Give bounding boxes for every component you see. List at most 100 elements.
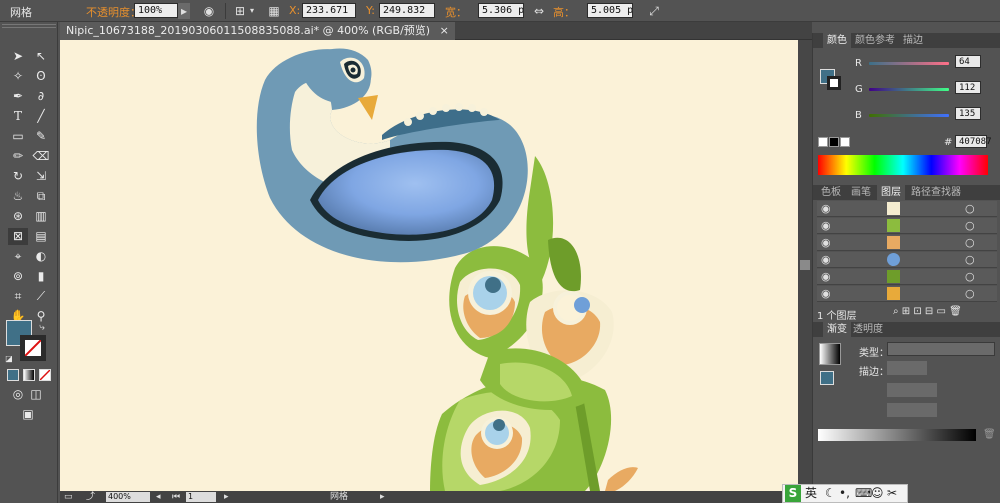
gradient-aspect-field[interactable] bbox=[887, 403, 937, 417]
skin-icon[interactable]: ☺ bbox=[871, 485, 884, 502]
tab-swatches[interactable]: 色板 bbox=[817, 185, 845, 200]
gradient-mode-icon[interactable] bbox=[23, 369, 35, 381]
tab-stroke[interactable]: 描边 bbox=[899, 33, 927, 48]
eraser-icon[interactable]: ⌫ bbox=[31, 148, 51, 165]
paintbrush-icon[interactable]: ✎ bbox=[31, 128, 51, 145]
artboard-canvas[interactable] bbox=[60, 40, 798, 491]
target-icon[interactable]: ○ bbox=[965, 236, 975, 249]
blend-tool-icon[interactable]: ◐ bbox=[31, 248, 51, 265]
opacity-dropdown-icon[interactable]: ▸ bbox=[178, 3, 190, 19]
layer-row[interactable]: ◉ ○ bbox=[817, 286, 997, 302]
align-dropdown-icon[interactable]: ▾ bbox=[248, 3, 256, 19]
tab-color[interactable]: 颜色 bbox=[823, 33, 851, 48]
white-color-icon[interactable] bbox=[840, 137, 850, 147]
graph-tool-icon[interactable]: ▥ bbox=[31, 208, 51, 225]
transform-icon[interactable]: ⤢ bbox=[646, 3, 662, 19]
gradient-tool-icon[interactable]: ▤ bbox=[31, 228, 51, 245]
tools-icon[interactable]: ✂ bbox=[887, 485, 897, 502]
layer-row[interactable]: ◉ ○ bbox=[817, 235, 997, 251]
target-icon[interactable]: ○ bbox=[965, 219, 975, 232]
artboard-nav-icon[interactable]: ▭ bbox=[64, 491, 73, 503]
zoom-field[interactable]: 400% bbox=[106, 492, 150, 502]
width-input[interactable]: 5.306 px bbox=[478, 3, 524, 18]
visibility-icon[interactable]: ◉ bbox=[821, 270, 831, 283]
recolor-icon[interactable]: ◉ bbox=[201, 3, 217, 19]
b-slider[interactable] bbox=[869, 114, 949, 117]
draw-inside-icon[interactable]: ◫ bbox=[26, 386, 46, 403]
selection-tool-icon[interactable]: ➤ bbox=[8, 48, 28, 65]
punctuation-icon[interactable]: •, bbox=[839, 485, 850, 502]
mesh-tool-icon[interactable]: ⊠ bbox=[8, 228, 28, 245]
tools-grip[interactable] bbox=[2, 24, 56, 28]
x-input[interactable]: 233.671 bbox=[302, 3, 356, 18]
visibility-icon[interactable]: ◉ bbox=[821, 202, 831, 215]
vertical-scrollbar[interactable] bbox=[798, 40, 812, 491]
export-icon[interactable]: ⤴ bbox=[86, 491, 95, 503]
reference-point-icon[interactable]: ▦ bbox=[266, 3, 282, 19]
color-mode-icon[interactable] bbox=[7, 369, 19, 381]
status-menu-icon[interactable]: ▸ bbox=[380, 491, 385, 503]
gradient-fill-swatch[interactable] bbox=[820, 371, 834, 385]
color-spectrum[interactable] bbox=[818, 155, 988, 175]
layer-row[interactable]: ◉ ○ bbox=[817, 252, 997, 268]
rotate-tool-icon[interactable]: ↻ bbox=[8, 168, 28, 185]
stroke-swatch[interactable] bbox=[20, 335, 46, 361]
layer-row[interactable]: ◉ ○ bbox=[817, 269, 997, 285]
curvature-tool-icon[interactable]: ∂ bbox=[31, 88, 51, 105]
opacity-input[interactable]: 100% bbox=[134, 3, 178, 18]
keyboard-icon[interactable]: ⌨ bbox=[855, 485, 872, 502]
stroke-gradient-options[interactable] bbox=[887, 361, 927, 375]
black-color-icon[interactable] bbox=[829, 137, 839, 147]
visibility-icon[interactable]: ◉ bbox=[821, 236, 831, 249]
align-icon[interactable]: ⊞ bbox=[232, 3, 248, 19]
symbol-sprayer-icon[interactable]: ⊚ bbox=[8, 268, 28, 285]
moon-icon[interactable]: ☾ bbox=[825, 485, 836, 502]
delete-stop-icon[interactable]: 🗑 bbox=[983, 429, 996, 441]
layer-options-icons[interactable]: ⌕ ⊞ ⊡ ⊟ ▭ 🗑 bbox=[893, 306, 962, 317]
tab-layers[interactable]: 图层 bbox=[877, 185, 905, 200]
tab-pathfinder[interactable]: 路径查找器 bbox=[907, 185, 965, 200]
gradient-type-select[interactable] bbox=[887, 342, 995, 356]
draw-mode-icon[interactable]: ◎ bbox=[8, 386, 28, 403]
artboard-number-field[interactable]: 1 bbox=[186, 492, 216, 502]
scale-tool-icon[interactable]: ⇲ bbox=[31, 168, 51, 185]
pencil-icon[interactable]: ✏ bbox=[8, 148, 28, 165]
screen-mode-icon[interactable]: ▣ bbox=[16, 406, 40, 423]
layer-row[interactable]: ◉ ○ bbox=[817, 201, 997, 217]
r-input[interactable]: 64 bbox=[955, 55, 981, 68]
type-tool-icon[interactable]: T bbox=[8, 108, 28, 125]
next-artboard-icon[interactable]: ▸ bbox=[224, 491, 229, 503]
prev-artboard-icon[interactable]: ◂ bbox=[156, 491, 161, 503]
layer-row[interactable]: ◉ ○ bbox=[817, 218, 997, 234]
lasso-icon[interactable]: ʘ bbox=[31, 68, 51, 85]
tab-brushes[interactable]: 画笔 bbox=[847, 185, 875, 200]
r-slider[interactable] bbox=[869, 62, 949, 65]
artboard-tool-icon[interactable]: ⌗ bbox=[8, 288, 28, 305]
first-artboard-icon[interactable]: ⏮ bbox=[172, 491, 180, 503]
visibility-icon[interactable]: ◉ bbox=[821, 253, 831, 266]
swap-colors-icon[interactable]: ⤷ bbox=[36, 319, 48, 336]
document-tab[interactable]: Nipic_10673188_20190306011508835088.ai* … bbox=[60, 22, 455, 40]
g-slider[interactable] bbox=[869, 88, 949, 91]
link-icon[interactable]: ⇔ bbox=[531, 3, 547, 19]
height-input[interactable]: 5.005 px bbox=[587, 3, 633, 18]
target-icon[interactable]: ○ bbox=[965, 202, 975, 215]
target-icon[interactable]: ○ bbox=[965, 287, 975, 300]
target-icon[interactable]: ○ bbox=[965, 253, 975, 266]
shape-builder-icon[interactable]: ⊛ bbox=[8, 208, 28, 225]
tab-color-guide[interactable]: 颜色参考 bbox=[851, 33, 899, 48]
free-transform-icon[interactable]: ⧉ bbox=[31, 188, 51, 205]
warp-tool-icon[interactable]: ♨ bbox=[8, 188, 28, 205]
tab-gradient[interactable]: 渐变 bbox=[823, 322, 851, 337]
target-icon[interactable]: ○ bbox=[965, 270, 975, 283]
magic-wand-icon[interactable]: ✧ bbox=[8, 68, 28, 85]
hex-input[interactable]: 407087 bbox=[955, 135, 992, 148]
gradient-slider[interactable] bbox=[818, 429, 976, 441]
tab-transparency[interactable]: 透明度 bbox=[849, 322, 887, 337]
slice-tool-icon[interactable]: ⟋ bbox=[31, 288, 51, 305]
line-tool-icon[interactable]: ╱ bbox=[31, 108, 51, 125]
eyedropper-icon[interactable]: ⌖ bbox=[8, 248, 28, 265]
default-colors-icon[interactable]: ◪ bbox=[4, 350, 14, 367]
gradient-preview[interactable] bbox=[819, 343, 841, 365]
pen-tool-icon[interactable]: ✒ bbox=[8, 88, 28, 105]
